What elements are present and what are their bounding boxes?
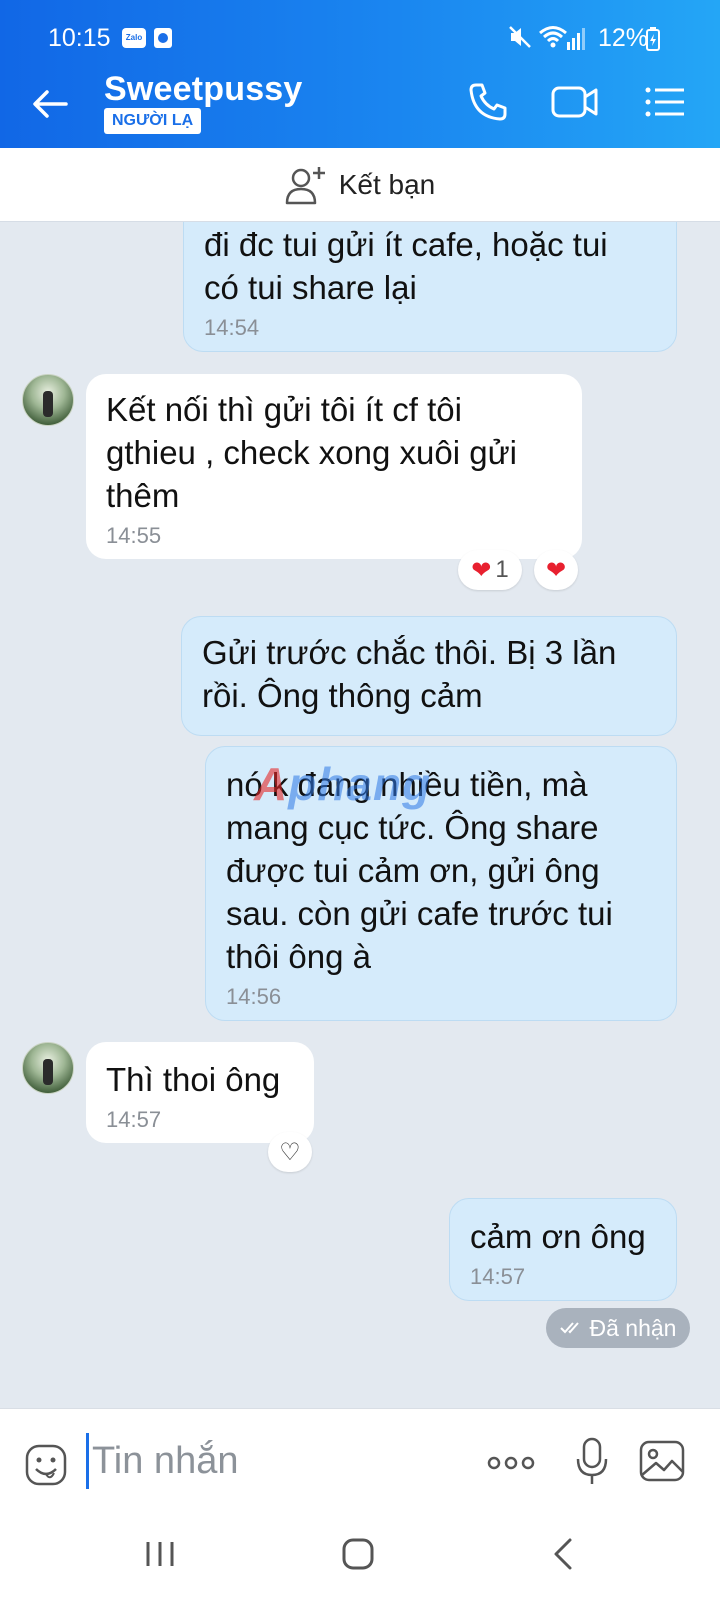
add-friend-button[interactable]: Kết bạn xyxy=(285,165,436,205)
message-line: cảm ơn ông xyxy=(470,1218,646,1255)
contact-avatar[interactable] xyxy=(22,374,74,426)
video-call-button[interactable] xyxy=(550,80,600,124)
chat-header: Sweetpussy NGƯỜI LẠ xyxy=(0,60,720,148)
battery-percent: 12% xyxy=(598,24,649,52)
delivery-status: Đã nhận xyxy=(546,1308,690,1348)
message-line: rồi. Ông thông cảm xyxy=(202,677,483,714)
stranger-badge: NGƯỜI LẠ xyxy=(104,108,202,134)
message-line: Gửi trước chắc thôi. Bị 3 lần xyxy=(202,634,617,671)
heart-outline-icon: ♡ xyxy=(279,1138,301,1166)
wifi-icon xyxy=(538,24,568,50)
react-button[interactable]: ♡ xyxy=(268,1132,312,1172)
system-nav-bar xyxy=(0,1508,720,1600)
more-dots-icon xyxy=(487,1456,535,1470)
delivery-status-label: Đã nhận xyxy=(589,1314,677,1341)
battery-icon xyxy=(646,27,660,51)
message-line: được tui cảm ơn, gửi ông xyxy=(226,852,600,889)
video-call-icon xyxy=(551,86,598,118)
message-bubble-incoming[interactable]: Thì thoi ông 14:57 xyxy=(86,1042,314,1143)
chat-options-button[interactable] xyxy=(640,80,690,124)
menu-list-icon xyxy=(645,87,684,117)
back-arrow-icon xyxy=(33,90,68,118)
recent-apps-icon xyxy=(146,1542,174,1566)
message-line: thôi ông à xyxy=(226,938,371,975)
message-input[interactable] xyxy=(92,1433,462,1489)
text-caret xyxy=(86,1433,89,1489)
double-check-icon xyxy=(559,1322,579,1334)
composer-bar xyxy=(0,1408,720,1508)
chevron-left-icon xyxy=(554,1538,572,1570)
message-bubble-outgoing[interactable]: nó k đang nhiều tiền, mà mang cục tức. Ô… xyxy=(205,746,677,1021)
zalo-notification-icon: Zalo xyxy=(122,28,146,48)
message-line: nó k đang nhiều tiền, mà xyxy=(226,766,588,803)
voice-message-button[interactable] xyxy=(574,1437,610,1487)
microphone-icon xyxy=(576,1437,608,1484)
status-bar: 10:15 Zalo 12% xyxy=(0,0,720,60)
image-icon xyxy=(639,1440,685,1482)
message-line: Thì thoi ông xyxy=(106,1061,281,1098)
message-time: 14:57 xyxy=(470,1264,526,1289)
message-bubble-incoming[interactable]: Kết nối thì gửi tôi ít cf tôi gthieu , c… xyxy=(86,374,582,559)
contact-name[interactable]: Sweetpussy xyxy=(104,70,303,109)
message-line: gthieu , check xong xuôi gửi xyxy=(106,434,518,471)
message-bubble-outgoing[interactable]: Gửi trước chắc thôi. Bị 3 lần rồi. Ông t… xyxy=(181,616,677,736)
reaction-summary[interactable]: ❤ 1 xyxy=(458,550,522,590)
mute-icon xyxy=(508,24,532,50)
top-bar: 10:15 Zalo 12% Sweetpussy NGƯỜI LẠ xyxy=(0,0,720,148)
reaction-count: 1 xyxy=(495,556,509,583)
react-button[interactable]: ❤ xyxy=(534,550,578,590)
voice-call-button[interactable] xyxy=(466,80,510,124)
recent-apps-button[interactable] xyxy=(142,1538,178,1570)
message-time: 14:55 xyxy=(106,523,162,548)
message-line: mang cục tức. Ông share xyxy=(226,809,599,846)
send-image-button[interactable] xyxy=(638,1439,686,1483)
message-time: 14:56 xyxy=(226,984,282,1009)
add-user-icon xyxy=(285,166,325,204)
message-line: có tui share lại xyxy=(204,269,417,306)
sticker-emoji-icon xyxy=(25,1444,67,1486)
home-button[interactable] xyxy=(340,1536,376,1572)
add-friend-label: Kết bạn xyxy=(338,168,436,200)
heart-icon: ❤ xyxy=(545,556,567,584)
status-time: 10:15 xyxy=(48,24,111,52)
back-button[interactable] xyxy=(28,82,72,126)
message-bubble-outgoing[interactable]: cảm ơn ông 14:57 xyxy=(449,1198,677,1301)
contact-avatar[interactable] xyxy=(22,1042,74,1094)
message-line: sau. còn gửi cafe trước tui xyxy=(226,895,613,932)
message-line: Kết nối thì gửi tôi ít cf tôi xyxy=(106,391,462,428)
home-square-icon xyxy=(342,1538,374,1570)
phone-icon xyxy=(469,83,507,121)
system-back-button[interactable] xyxy=(548,1536,578,1572)
message-time: 14:57 xyxy=(106,1107,162,1132)
app-notification-icon xyxy=(154,28,172,48)
message-bubble-outgoing[interactable]: đi đc tui gửi ít cafe, hoặc tui có tui s… xyxy=(183,222,677,352)
chat-area[interactable]: đi đc tui gửi ít cafe, hoặc tui có tui s… xyxy=(0,222,720,1408)
message-line: thêm xyxy=(106,477,180,514)
add-friend-bar[interactable]: Kết bạn xyxy=(0,148,720,222)
sticker-button[interactable] xyxy=(24,1443,68,1487)
more-options-button[interactable] xyxy=(486,1445,536,1481)
message-time: 14:54 xyxy=(204,315,260,340)
heart-icon: ❤ xyxy=(471,556,492,584)
signal-icon xyxy=(566,28,586,50)
message-line: đi đc tui gửi ít cafe, hoặc tui xyxy=(204,226,608,263)
